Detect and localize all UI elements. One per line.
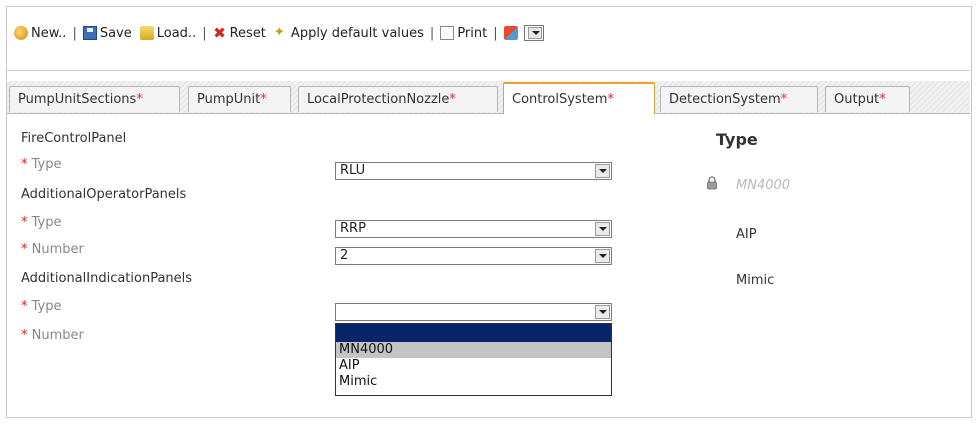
tab-label: Output — [834, 92, 880, 107]
aip-type-dropdown-list: MN4000 AIP Mimic — [335, 323, 612, 396]
reset-label: Reset — [229, 25, 266, 41]
dropdown-option-blank[interactable] — [336, 324, 611, 342]
apply-defaults-label: Apply default values — [290, 25, 424, 41]
fcp-type-select[interactable]: RLU — [335, 162, 612, 180]
print-icon — [440, 26, 455, 40]
required-star: * — [21, 299, 28, 314]
toolbar-separator: | — [493, 25, 498, 41]
new-button[interactable]: New.. — [14, 26, 66, 41]
image-icon — [503, 26, 518, 40]
load-button[interactable]: Load.. — [139, 25, 197, 41]
load-folder-icon — [139, 26, 154, 40]
tab-pumpunit[interactable]: PumpUnit * — [188, 86, 291, 112]
tab-label: PumpUnit — [197, 92, 261, 107]
field-label: Type — [31, 299, 62, 314]
magic-wand-icon: ✦ — [273, 25, 285, 40]
select-value: 2 — [340, 248, 349, 263]
required-star: * — [449, 92, 456, 107]
aip-number-label: * Number — [21, 328, 84, 343]
toolbar-divider — [7, 70, 970, 71]
chevron-down-icon[interactable] — [595, 222, 610, 236]
section-additionalindicationpanels: AdditionalIndicationPanels — [21, 271, 193, 286]
save-icon — [82, 26, 97, 40]
tab-output[interactable]: Output * — [825, 86, 910, 112]
dropdown-option-aip[interactable]: AIP — [336, 358, 611, 374]
chevron-down-icon[interactable] — [595, 164, 610, 178]
dropdown-option-mn4000[interactable]: MN4000 — [336, 342, 611, 358]
type-option-aip[interactable]: AIP — [736, 227, 757, 242]
toolbar-separator: | — [72, 25, 77, 41]
chevron-down-icon[interactable] — [595, 305, 610, 319]
apply-defaults-button[interactable]: ✦ Apply default values — [274, 26, 424, 41]
new-icon — [14, 26, 28, 40]
chevron-down-icon — [527, 27, 542, 39]
tab-detectionsystem[interactable]: DetectionSystem * — [660, 86, 818, 112]
print-label: Print — [457, 25, 488, 41]
tab-label: DetectionSystem — [669, 92, 781, 107]
image-button[interactable] — [503, 26, 518, 40]
aop-number-select[interactable]: 2 — [335, 247, 612, 265]
reset-x-icon: ✖ — [213, 24, 226, 42]
toolbar-select[interactable] — [523, 25, 544, 41]
print-button[interactable]: Print — [440, 26, 487, 41]
required-star: * — [21, 157, 28, 172]
aop-type-select[interactable]: RRP — [335, 220, 612, 238]
dropdown-option-mimic[interactable]: Mimic — [336, 374, 611, 390]
tab-pumpunitsections[interactable]: PumpUnitSections * — [9, 86, 180, 112]
aop-number-label: * Number — [21, 242, 84, 257]
required-star: * — [780, 92, 788, 107]
tab-label: PumpUnitSections — [18, 92, 137, 107]
toolbar: New.. | Save Load.. | ✖ Reset ✦ Apply de… — [14, 20, 544, 46]
tab-label: LocalProtectionNozzle — [307, 92, 450, 107]
tab-label: ControlSystem — [512, 91, 608, 107]
select-value: RLU — [340, 163, 366, 178]
section-additionaloperatorpanels: AdditionalOperatorPanels — [21, 187, 187, 202]
save-label: Save — [99, 25, 132, 41]
tab-controlsystem[interactable]: ControlSystem * — [503, 82, 655, 114]
fcp-type-label: * Type — [21, 157, 62, 172]
tab-localprotectionnozzle[interactable]: LocalProtectionNozzle * — [298, 86, 498, 112]
required-star: * — [607, 91, 614, 107]
toolbar-separator: | — [429, 25, 435, 41]
required-star: * — [136, 92, 143, 107]
chevron-down-icon[interactable] — [595, 249, 610, 263]
required-star: * — [21, 215, 28, 230]
type-panel-heading: Type — [716, 130, 758, 149]
section-firecontrolpanel: FireControlPanel — [21, 131, 127, 146]
lock-icon — [707, 176, 717, 190]
required-star: * — [21, 242, 28, 257]
aip-type-label: * Type — [21, 299, 62, 314]
load-label: Load.. — [156, 25, 197, 41]
type-option-mn4000: MN4000 — [736, 178, 791, 193]
new-label: New.. — [31, 25, 67, 41]
field-label: Type — [31, 157, 62, 172]
select-value: RRP — [340, 221, 366, 236]
field-label: Type — [31, 215, 62, 230]
required-star: * — [879, 92, 886, 107]
toolbar-separator: | — [202, 25, 207, 41]
required-star: * — [260, 92, 267, 107]
aop-type-label: * Type — [21, 215, 62, 230]
field-label: Number — [31, 242, 84, 257]
reset-button[interactable]: ✖ Reset — [213, 26, 266, 41]
type-option-mimic[interactable]: Mimic — [736, 273, 774, 288]
aip-type-select[interactable] — [335, 303, 612, 321]
field-label: Number — [31, 328, 84, 343]
required-star: * — [21, 328, 28, 343]
save-button[interactable]: Save — [82, 25, 132, 41]
